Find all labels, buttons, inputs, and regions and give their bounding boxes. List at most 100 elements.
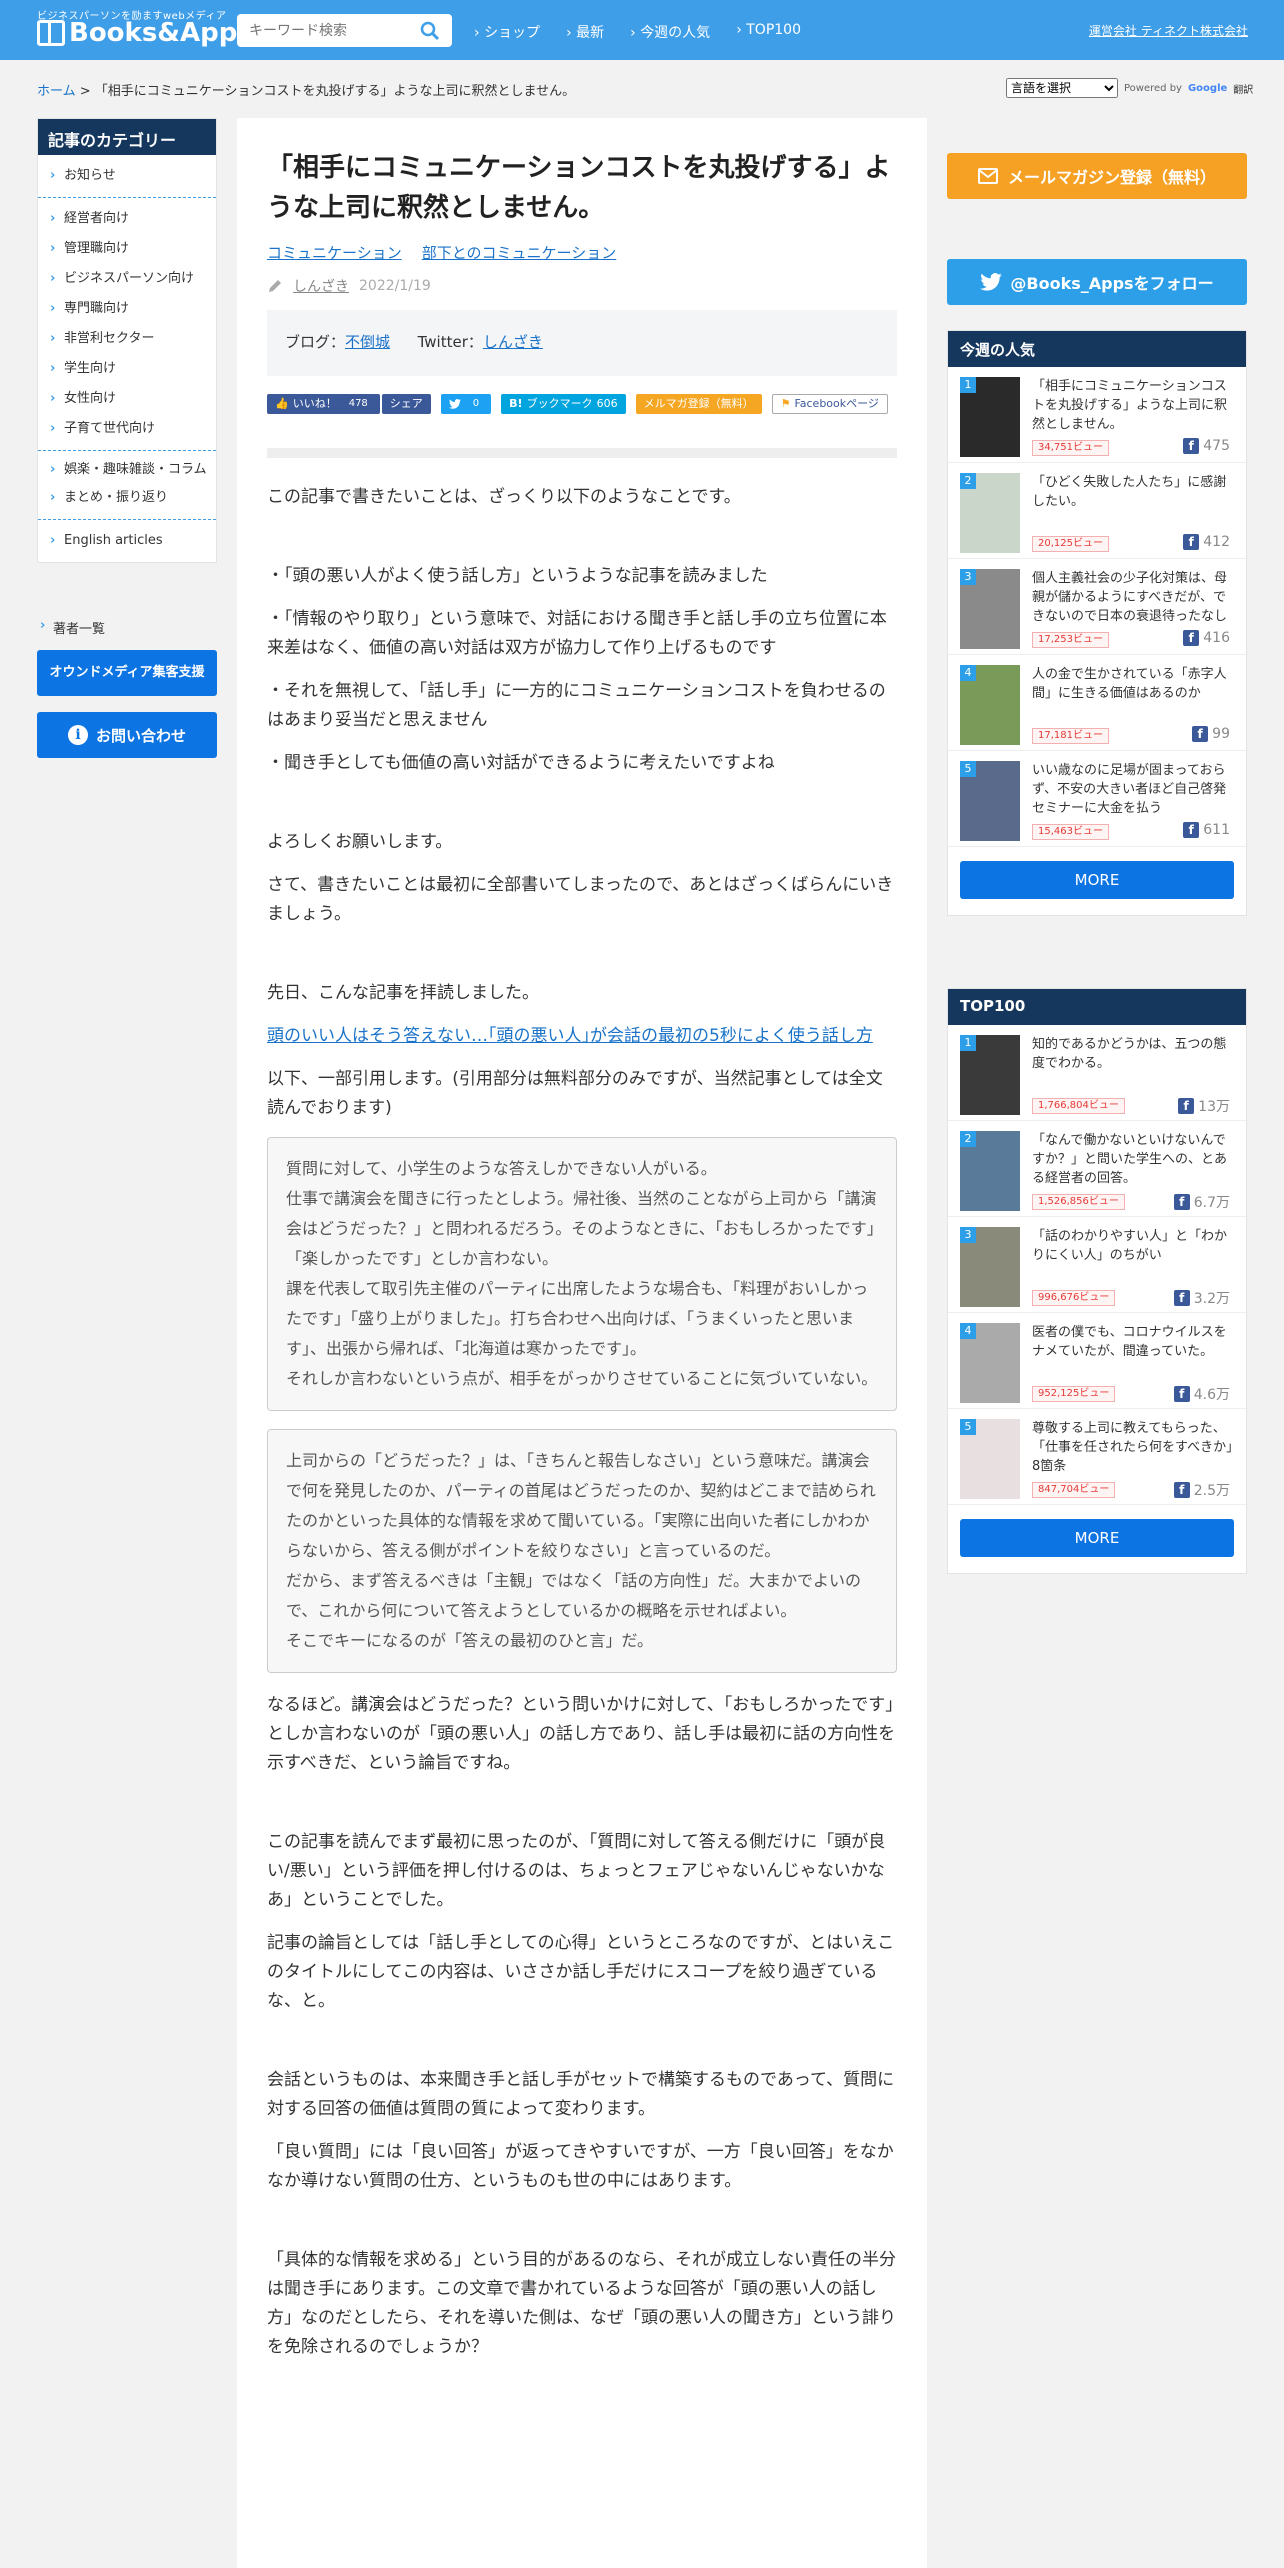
category-summary[interactable]: まとめ・振り返り [38, 483, 216, 513]
mail-magazine-share-button[interactable]: メルマガ登録（無料） [635, 394, 762, 414]
tweet-button[interactable]: 0 [440, 394, 492, 414]
nav-shop[interactable]: ショップ [474, 22, 540, 42]
category-entertainment[interactable]: 娯楽・趣味雑談・コラム [38, 457, 216, 483]
view-count: 952,125ビュー [1032, 1386, 1116, 1402]
nav-top100[interactable]: TOP100 [736, 22, 801, 42]
ranking-thumbnail[interactable]: 1 [960, 377, 1020, 457]
ranking-thumbnail[interactable]: 4 [960, 665, 1020, 745]
ranking-title[interactable]: 「ひどく失敗した人たち」に感謝したい。 [1032, 473, 1234, 530]
view-count: 17,181ビュー [1032, 728, 1109, 744]
facebook-count: f 99 [1192, 726, 1230, 742]
rank-badge: 4 [960, 665, 976, 681]
view-count: 847,704ビュー [1032, 1482, 1116, 1498]
category-students[interactable]: 学生向け [38, 354, 216, 384]
facebook-like-button[interactable]: 👍 いいね！ 478 [267, 394, 380, 414]
ranking-thumbnail[interactable]: 1 [960, 1035, 1020, 1115]
search-box [237, 14, 452, 47]
authors-link[interactable]: 著者一覧 [37, 618, 105, 637]
ranking-title[interactable]: 「話のわかりやすい人」と「わかりにくい人」のちがい [1032, 1227, 1234, 1284]
author-link[interactable]: しんざき [293, 276, 349, 296]
twitter-follow-button[interactable]: @Books_Appsをフォロー [947, 259, 1247, 305]
facebook-count: f 6.7万 [1173, 1192, 1230, 1212]
ranking-title[interactable]: 「相手にコミュニケーションコストを丸投げする」ような上司に釈然としません。 [1032, 377, 1234, 434]
contact-button[interactable]: i お問い合わせ [37, 712, 217, 758]
category-specialists[interactable]: 専門職向け [38, 294, 216, 324]
top100-more-button[interactable]: MORE [960, 1519, 1234, 1557]
owned-media-button[interactable]: オウンドメディア集客支援 [37, 650, 217, 696]
nav-weekly-popular[interactable]: 今週の人気 [630, 22, 710, 42]
mail-magazine-label: メールマガジン登録（無料） [1007, 168, 1216, 187]
paragraph: この記事で書きたいことは、ざっくり以下のようなことです。 [267, 487, 741, 507]
category-women[interactable]: 女性向け [38, 384, 216, 414]
ranking-thumbnail[interactable]: 4 [960, 1323, 1020, 1403]
weekly-more-button[interactable]: MORE [960, 861, 1234, 899]
tag-communication[interactable]: コミュニケーション [267, 242, 402, 263]
paragraph: 「良い質問」には「良い回答」が返ってきやすいですが、一方「良い回答」をなかなか導… [267, 2142, 894, 2191]
ranking-thumbnail[interactable]: 5 [960, 1419, 1020, 1499]
ranking-thumbnail[interactable]: 5 [960, 761, 1020, 841]
tag-subordinate-communication[interactable]: 部下とのコミュニケーション [422, 242, 617, 263]
breadcrumb-separator: > [75, 84, 95, 99]
site-logo[interactable]: Books&Apps [37, 18, 253, 48]
ranking-text: 知的であるかどうかは、五つの態度でわかる。 1,766,804ビュー f 13万 [1032, 1035, 1234, 1120]
logo-text: Books&Apps [69, 18, 253, 48]
mail-magazine-button[interactable]: メールマガジン登録（無料） [947, 153, 1247, 199]
category-english[interactable]: English articles [38, 526, 216, 556]
ranking-item[interactable]: 3 「話のわかりやすい人」と「わかりにくい人」のちがい 996,676ビュー f 3.2… [948, 1217, 1246, 1313]
facebook-share-button[interactable]: シェア [381, 394, 431, 414]
ranking-item[interactable]: 3 個人主義社会の少子化対策は、母親が儲かるようにすべきだが、できないので日本の衰… [948, 559, 1246, 655]
rank-badge: 2 [960, 473, 976, 489]
ranking-thumbnail[interactable]: 3 [960, 1227, 1020, 1307]
category-parents[interactable]: 子育て世代向け [38, 414, 216, 444]
ranking-item[interactable]: 1 知的であるかどうかは、五つの態度でわかる。 1,766,804ビュー f 13万 [948, 1025, 1246, 1121]
ranking-title[interactable]: 個人主義社会の少子化対策は、母親が儲かるようにすべきだが、できないので日本の衰退… [1032, 569, 1234, 626]
twitter-link[interactable]: しんざき [483, 333, 543, 351]
ranking-thumbnail[interactable]: 2 [960, 1131, 1020, 1211]
language-select[interactable]: 言語を選択 [1006, 78, 1118, 98]
category-divider [38, 450, 216, 451]
ranking-item[interactable]: 2 「なんで働かないといけないんですか？」と問いた学生への、とある経営者の回答。 1… [948, 1121, 1246, 1217]
ranking-text: 医者の僕でも、コロナウイルスをナメていたが、間違っていた。 952,125ビュー f… [1032, 1323, 1234, 1408]
blog-link[interactable]: 不倒城 [345, 333, 390, 351]
quote-line: 質問に対して、小学生のような答えしかできない人がいる。 [286, 1159, 717, 1178]
bullet-item: ・「頭の悪い人がよく使う話し方」というような記事を読みました [267, 566, 768, 586]
ranking-title[interactable]: 人の金で生かされている「赤字人間」に生きる価値はあるのか [1032, 665, 1234, 722]
search-icon[interactable] [420, 21, 440, 41]
article-divider [267, 448, 897, 458]
category-nonprofit[interactable]: 非営利セクター [38, 324, 216, 354]
article-body: この記事で書きたいことは、ざっくり以下のようなことです。 ・「頭の悪い人がよく使… [267, 483, 897, 2376]
envelope-icon [977, 168, 998, 184]
ranking-item[interactable]: 1 「相手にコミュニケーションコストを丸投げする」ような上司に釈然としません。 34… [948, 367, 1246, 463]
ranking-item[interactable]: 4 医者の僕でも、コロナウイルスをナメていたが、間違っていた。 952,125ビュー… [948, 1313, 1246, 1409]
facebook-page-button[interactable]: ⚑ Facebookページ [771, 394, 888, 414]
ranking-item[interactable]: 2 「ひどく失敗した人たち」に感謝したい。 20,125ビュー f 412 [948, 463, 1246, 559]
category-business[interactable]: ビジネスパーソン向け [38, 264, 216, 294]
hatena-bookmark-button[interactable]: B! ブックマーク 606 [501, 394, 626, 414]
ranking-item[interactable]: 5 尊敬する上司に教えてもらった、「仕事を任されたら何をすべきか」8箇条 847,7… [948, 1409, 1246, 1505]
main-nav: ショップ 最新 今週の人気 TOP100 [474, 22, 801, 42]
ranking-item[interactable]: 4 人の金で生かされている「赤字人間」に生きる価値はあるのか 17,181ビュー f 9… [948, 655, 1246, 751]
category-news[interactable]: お知らせ [38, 161, 216, 191]
category-managers[interactable]: 管理職向け [38, 234, 216, 264]
company-link[interactable]: 運営会社 ティネクト株式会社 [1089, 22, 1248, 39]
breadcrumb-home[interactable]: ホーム [37, 84, 76, 99]
ranking-title[interactable]: 尊敬する上司に教えてもらった、「仕事を任されたら何をすべきか」8箇条 [1032, 1419, 1234, 1476]
ranking-thumbnail[interactable]: 3 [960, 569, 1020, 649]
view-count: 1,526,856ビュー [1032, 1194, 1125, 1210]
translate-link[interactable]: 翻訳 [1233, 81, 1253, 96]
ranking-title[interactable]: 医者の僕でも、コロナウイルスをナメていたが、間違っていた。 [1032, 1323, 1234, 1380]
ranking-title[interactable]: 知的であるかどうかは、五つの態度でわかる。 [1032, 1035, 1234, 1092]
search-input[interactable] [237, 14, 407, 47]
ranking-item[interactable]: 5 いい歳なのに足場が固まっておらず、不安の大きい者ほど自己啓発セミナーに大金を払… [948, 751, 1246, 847]
nav-latest[interactable]: 最新 [566, 22, 604, 42]
category-executives[interactable]: 経営者向け [38, 204, 216, 234]
ranking-title[interactable]: 「なんで働かないといけないんですか？」と問いた学生への、とある経営者の回答。 [1032, 1131, 1234, 1188]
translate-widget: 言語を選択 Powered by Google 翻訳 [1006, 78, 1253, 98]
quote-line: だから、まず答えるべきは「主観」ではなく「話の方向性」だ。大まかでよいので、これ… [286, 1571, 862, 1620]
ranking-title[interactable]: いい歳なのに足場が固まっておらず、不安の大きい者ほど自己啓発セミナーに大金を払う [1032, 761, 1234, 818]
author-blog-box: ブログ：不倒城 Twitter：しんざき [267, 310, 897, 376]
article-tags: コミュニケーション 部下とのコミュニケーション [267, 242, 897, 263]
referenced-article-link[interactable]: 頭のいい人はそう答えない…｢頭の悪い人｣が会話の最初の5秒によく使う話し方 [267, 1026, 873, 1046]
category-box: 記事のカテゴリー お知らせ 経営者向け 管理職向け ビジネスパーソン向け 専門職… [37, 118, 217, 563]
ranking-thumbnail[interactable]: 2 [960, 473, 1020, 553]
